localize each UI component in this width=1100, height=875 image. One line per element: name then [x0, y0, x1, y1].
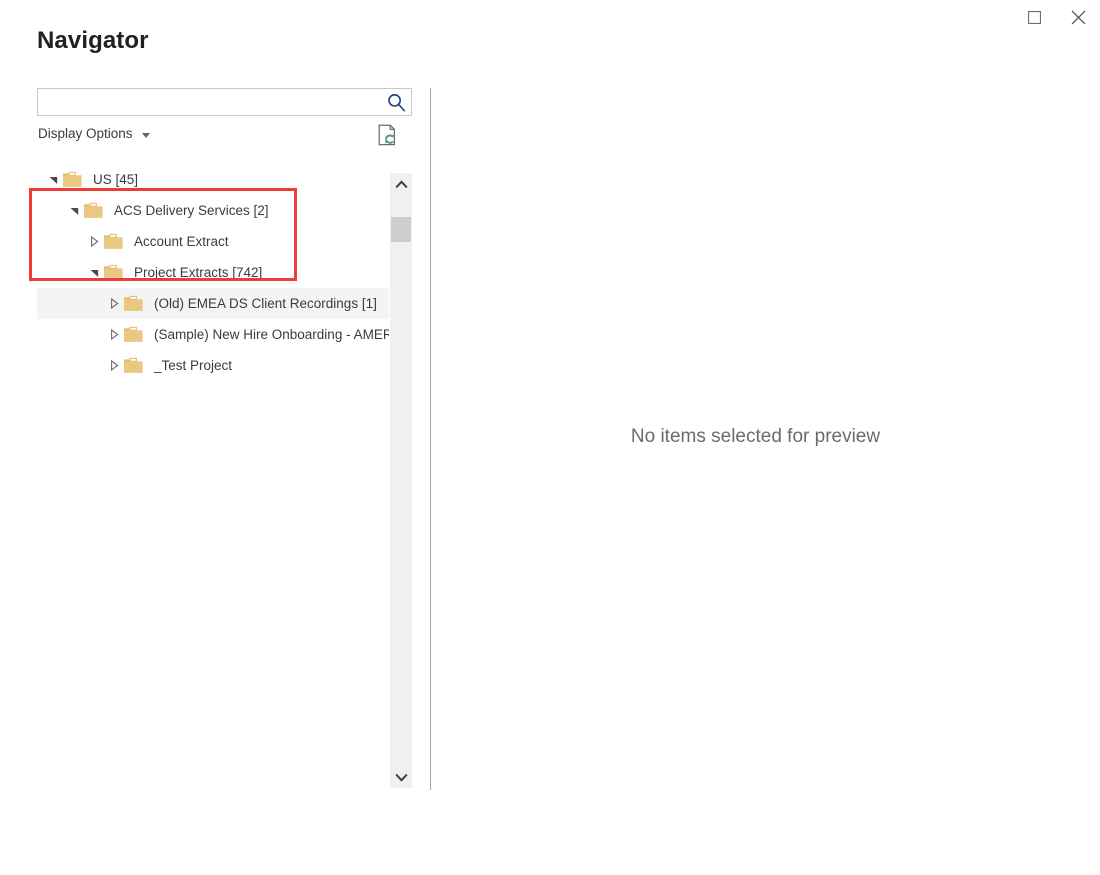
maximize-button[interactable] — [1012, 0, 1056, 34]
search-input[interactable] — [38, 89, 383, 115]
folder-icon — [124, 295, 143, 311]
tree-node-label: US [45] — [93, 172, 139, 187]
page-title: Navigator — [37, 27, 149, 54]
close-icon — [1071, 10, 1085, 24]
preview-empty-message: No items selected for preview — [630, 426, 881, 447]
square-icon — [1027, 10, 1041, 24]
twisty-collapsed-icon — [110, 329, 119, 340]
folder-icon — [63, 171, 82, 187]
scroll-up-button[interactable] — [390, 173, 412, 195]
tree-node[interactable]: ACS Delivery Services [2] — [37, 195, 389, 226]
tree-node-label: (Old) EMEA DS Client Recordings [1] — [154, 296, 377, 311]
search-icon[interactable] — [385, 92, 407, 113]
folder-icon — [103, 233, 124, 250]
tree-node[interactable]: Account Extract — [37, 226, 389, 257]
tree-node[interactable]: US [45] — [37, 164, 389, 195]
scroll-thumb[interactable] — [391, 217, 411, 242]
dialog-footer: Load Transform Data Cancel — [0, 795, 1100, 875]
tree-node[interactable]: Project Extracts [742] — [37, 257, 389, 288]
search-box[interactable] — [37, 88, 412, 116]
folder-tree[interactable]: US [45] ACS Delivery Services [2] Account … — [37, 164, 389, 788]
display-options-dropdown[interactable]: Display Options — [38, 126, 150, 141]
folder-icon — [124, 326, 143, 342]
collapse-toggle[interactable] — [44, 164, 62, 195]
folder-icon — [123, 295, 144, 312]
tree-vertical-scrollbar[interactable] — [390, 173, 412, 788]
expand-toggle[interactable] — [105, 350, 123, 381]
tree-node-label: Account Extract — [134, 234, 229, 249]
twisty-expanded-icon — [70, 208, 78, 215]
twisty-expanded-icon — [90, 270, 98, 277]
folder-icon — [123, 326, 144, 343]
folder-icon — [62, 171, 83, 188]
display-options-label: Display Options — [38, 126, 133, 141]
tree-node-label: _Test Project — [154, 358, 233, 373]
collapse-toggle[interactable] — [85, 257, 103, 288]
expand-toggle[interactable] — [105, 319, 123, 350]
tree-container: US [45] ACS Delivery Services [2] Account … — [37, 164, 412, 788]
folder-icon — [83, 202, 104, 219]
tree-node[interactable]: (Sample) New Hire Onboarding - AMER — [37, 319, 389, 350]
close-button[interactable] — [1056, 0, 1100, 34]
window-controls — [1012, 0, 1100, 34]
folder-icon — [104, 264, 123, 280]
tree-node-label: (Sample) New Hire Onboarding - AMER — [154, 327, 389, 342]
preview-pane: No items selected for preview — [431, 88, 1080, 790]
chevron-down-icon — [394, 773, 408, 782]
refresh-page-icon[interactable] — [378, 124, 400, 148]
navigator-dialog: Navigator Display Options US [45] ACS De… — [0, 0, 1100, 875]
folder-icon — [103, 264, 124, 281]
twisty-collapsed-icon — [90, 236, 99, 247]
twisty-collapsed-icon — [110, 298, 119, 309]
collapse-toggle[interactable] — [65, 195, 83, 226]
twisty-expanded-icon — [49, 177, 57, 184]
scroll-down-button[interactable] — [390, 766, 412, 788]
toolbar-row: Display Options — [37, 124, 412, 148]
tree-node[interactable]: _Test Project — [37, 350, 389, 381]
tree-node[interactable]: (Old) EMEA DS Client Recordings [1] — [37, 288, 389, 319]
chevron-up-icon — [394, 179, 408, 188]
expand-toggle[interactable] — [85, 226, 103, 257]
chevron-down-icon — [141, 132, 150, 138]
tree-node-label: ACS Delivery Services [2] — [114, 203, 269, 218]
navigation-pane: Display Options US [45] ACS Delivery Ser… — [37, 88, 412, 788]
folder-icon — [104, 233, 123, 249]
tree-node-label: Project Extracts [742] — [134, 265, 263, 280]
folder-icon — [123, 357, 144, 374]
folder-icon — [124, 357, 143, 373]
folder-icon — [84, 202, 103, 218]
twisty-collapsed-icon — [110, 360, 119, 371]
expand-toggle[interactable] — [105, 288, 123, 319]
